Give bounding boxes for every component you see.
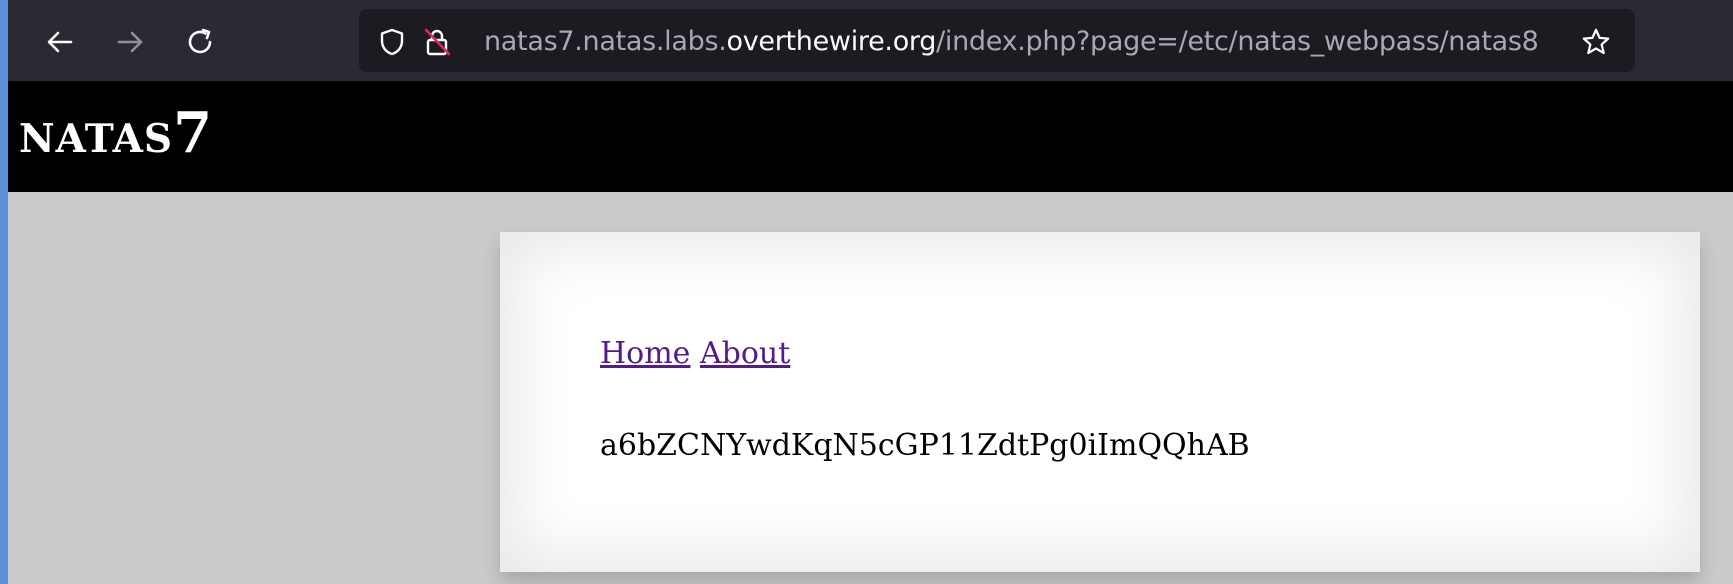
page-title: natas7 (19, 100, 214, 166)
url-bar[interactable]: natas7.natas.labs.overthewire.org/index.… (359, 9, 1635, 72)
arrow-right-icon (115, 27, 145, 57)
star-icon[interactable] (1581, 27, 1611, 57)
arrow-left-icon (45, 27, 75, 57)
url-prefix: natas7.natas.labs. (484, 26, 727, 57)
nav-links: Home About (600, 336, 790, 371)
browser-toolbar: natas7.natas.labs.overthewire.org/index.… (8, 0, 1733, 81)
url-path: /index.php?page=/etc/natas_webpass/natas… (936, 26, 1539, 57)
url-text[interactable]: natas7.natas.labs.overthewire.org/index.… (484, 26, 1539, 57)
reload-icon (185, 27, 215, 57)
forward-button[interactable] (108, 20, 152, 64)
url-domain: overthewire.org (726, 26, 937, 57)
home-link[interactable]: Home (600, 336, 690, 371)
insecure-lock-icon[interactable] (422, 27, 452, 57)
browser-window: natas7.natas.labs.overthewire.org/index.… (8, 0, 1733, 584)
shield-icon[interactable] (377, 27, 407, 57)
password-text: a6bZCNYwdKqN5cGP11ZdtPg0iImQQhAB (600, 428, 1250, 463)
page-header: natas7 (8, 81, 1733, 192)
reload-button[interactable] (178, 20, 222, 64)
content-card: Home About a6bZCNYwdKqN5cGP11ZdtPg0iImQQ… (500, 232, 1700, 572)
back-button[interactable] (38, 20, 82, 64)
about-link[interactable]: About (700, 336, 790, 371)
